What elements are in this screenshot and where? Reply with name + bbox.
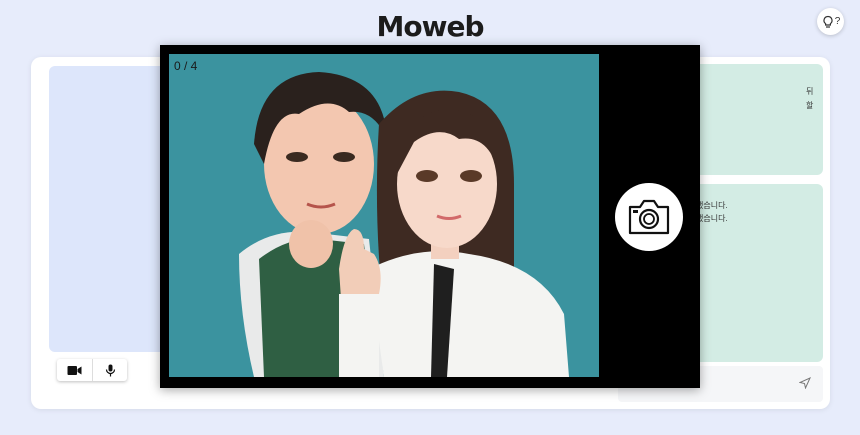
chat-message: 했습니다.: [696, 201, 728, 210]
notice-line: 뒤: [806, 87, 814, 96]
photo-counter: 0 / 4: [174, 59, 198, 73]
send-icon[interactable]: [799, 377, 811, 389]
video-toggle-button[interactable]: [57, 359, 92, 381]
avatar-scene: [239, 72, 569, 377]
hint-button[interactable]: ?: [817, 8, 844, 35]
camera-preview: 0 / 4: [169, 54, 599, 377]
media-controls: [57, 359, 127, 381]
photo-capture-modal: 0 / 4: [160, 45, 700, 388]
app-logo: Moweb: [376, 10, 485, 43]
hint-label: ?: [834, 16, 841, 27]
chat-message: 했습니다.: [696, 214, 728, 223]
notice-line: 할: [806, 101, 814, 110]
microphone-icon: [105, 364, 115, 376]
camera-icon: [628, 199, 670, 235]
video-camera-icon: [67, 365, 82, 375]
lightbulb-icon: [823, 15, 833, 28]
capture-button[interactable]: [615, 183, 683, 251]
mic-toggle-button[interactable]: [92, 359, 127, 381]
